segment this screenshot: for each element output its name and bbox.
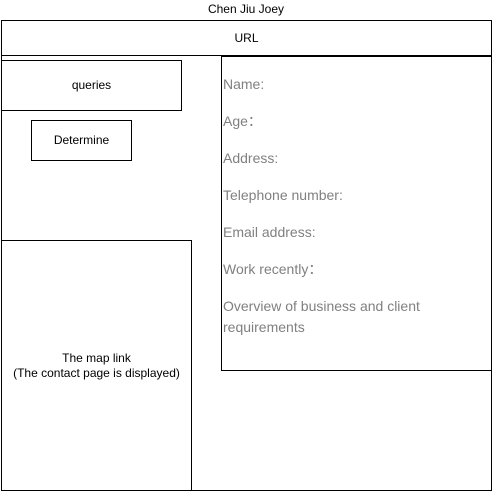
determine-button[interactable]: Determine	[31, 120, 132, 161]
age-field-label: Age：	[223, 113, 262, 129]
address-field-label: Address:	[223, 150, 279, 166]
queries-label: queries	[71, 78, 112, 92]
determine-button-label: Determine	[53, 133, 110, 147]
overview-field-label: Overview of business and client requirem…	[223, 298, 420, 335]
map-link[interactable]: The map link (The contact page is displa…	[1, 240, 192, 491]
name-field-label: Name:	[223, 76, 265, 92]
map-link-title: The map link	[62, 350, 131, 365]
telephone-field-label: Telephone number:	[223, 187, 343, 203]
diagram-title: Chen Jiu Joey	[207, 2, 285, 16]
map-link-subtitle: (The contact page is displayed)	[13, 365, 180, 380]
contact-info-panel: Name: Age： Address: Telephone number: Em…	[221, 56, 492, 371]
url-bar[interactable]: URL	[1, 20, 492, 56]
email-field-label: Email address:	[223, 224, 316, 240]
queries-field[interactable]: queries	[1, 60, 182, 111]
work-recently-field-label: Work recently：	[223, 261, 323, 277]
url-bar-label: URL	[234, 30, 259, 45]
